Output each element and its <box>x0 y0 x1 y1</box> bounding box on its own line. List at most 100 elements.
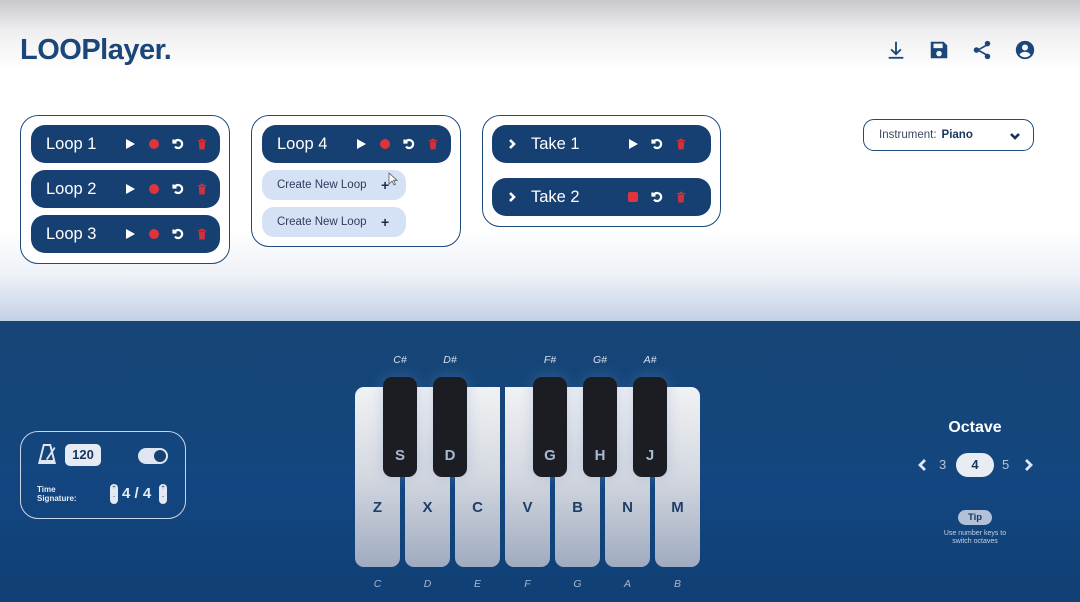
create-loop-label: Create New Loop <box>277 179 367 191</box>
tip-line-2: switch octaves <box>952 538 998 545</box>
key-binding-label: J <box>645 447 655 464</box>
trash-icon[interactable] <box>190 179 214 199</box>
chevron-down-icon <box>1009 129 1021 141</box>
key-binding-label: C <box>472 499 483 516</box>
beats-stepper[interactable]: + - <box>110 484 118 504</box>
sharp-note-label: F# <box>543 354 557 366</box>
save-icon[interactable] <box>927 38 951 62</box>
sharp-note-label: G# <box>592 354 607 366</box>
stop-icon[interactable] <box>621 187 645 207</box>
octave-selector: 3 4 5 <box>914 453 1036 477</box>
chevron-left-icon[interactable] <box>916 458 930 472</box>
key-binding-label: H <box>594 447 606 464</box>
play-icon[interactable] <box>118 179 142 199</box>
create-new-loop-button[interactable]: Create New Loop + <box>262 207 406 237</box>
toggle-knob <box>154 450 166 462</box>
note-label: B <box>673 578 681 590</box>
play-icon[interactable] <box>118 224 142 244</box>
piano-keyboard: Z X C V B N M S D G H J <box>355 377 701 567</box>
share-icon[interactable] <box>970 38 994 62</box>
key-binding-label: Z <box>372 499 383 516</box>
ts-label-line2: Signature: <box>37 493 77 503</box>
trash-icon[interactable] <box>190 224 214 244</box>
step-up[interactable]: + <box>112 485 116 491</box>
trash-icon[interactable] <box>669 187 693 207</box>
take-item[interactable]: Take 2 <box>492 178 711 216</box>
loop-label: Loop 3 <box>46 224 97 243</box>
octave-title: Octave <box>948 419 1002 436</box>
play-icon[interactable] <box>621 134 645 154</box>
loop-item[interactable]: Loop 3 <box>31 215 220 253</box>
loop-item[interactable]: Loop 4 <box>262 125 451 163</box>
black-key[interactable]: S <box>383 377 417 477</box>
key-binding-label: D <box>444 447 456 464</box>
record-icon[interactable] <box>142 134 166 154</box>
note-label: G <box>573 578 582 590</box>
step-down[interactable]: - <box>162 494 164 500</box>
key-binding-label: X <box>422 499 433 516</box>
header-toolbar <box>884 38 1037 62</box>
play-icon[interactable] <box>118 134 142 154</box>
key-binding-label: G <box>544 447 556 464</box>
undo-icon[interactable] <box>166 224 190 244</box>
note-label: F <box>524 578 531 590</box>
instrument-select[interactable]: Instrument: Piano <box>863 119 1034 151</box>
create-new-loop-button[interactable]: Create New Loop + <box>262 170 406 200</box>
plus-icon: + <box>381 214 390 230</box>
expand-chevron-icon[interactable] <box>500 134 524 154</box>
octave-current[interactable]: 4 <box>956 453 994 477</box>
black-key[interactable]: J <box>633 377 667 477</box>
record-icon[interactable] <box>142 224 166 244</box>
account-icon[interactable] <box>1013 38 1037 62</box>
loop-item[interactable]: Loop 2 <box>31 170 220 208</box>
expand-chevron-icon[interactable] <box>500 187 524 207</box>
metronome-icon[interactable] <box>37 443 57 465</box>
note-label: C <box>373 578 382 590</box>
tip-line-1: Use number keys to <box>943 530 1007 537</box>
chevron-right-icon[interactable] <box>1021 458 1035 472</box>
bpm-input[interactable]: 120 <box>65 444 101 466</box>
take-label: Take 2 <box>531 187 580 206</box>
sharp-note-label: D# <box>443 354 457 366</box>
note-label: D <box>423 578 432 590</box>
loop-item[interactable]: Loop 1 <box>31 125 220 163</box>
app-logo: LOOPlayer. <box>20 34 172 66</box>
note-label: A <box>623 578 631 590</box>
octave-option-prev[interactable]: 3 <box>939 457 946 472</box>
loop-label: Loop 4 <box>277 134 328 153</box>
sharp-note-label: A# <box>643 354 657 366</box>
key-binding-label: B <box>572 499 583 516</box>
time-signature-value: 4 / 4 <box>122 485 152 502</box>
trash-icon[interactable] <box>421 134 445 154</box>
octave-option-next[interactable]: 5 <box>1002 457 1009 472</box>
take-item[interactable]: Take 1 <box>492 125 711 163</box>
instrument-value: Piano <box>941 129 973 141</box>
loop-label: Loop 1 <box>46 134 97 153</box>
step-down[interactable]: - <box>113 494 115 500</box>
black-key[interactable]: G <box>533 377 567 477</box>
tip-badge: Tip <box>958 510 992 525</box>
play-icon[interactable] <box>349 134 373 154</box>
metronome-panel: 120 Time Signature: + - 4 / 4 + - <box>20 431 186 519</box>
record-icon[interactable] <box>373 134 397 154</box>
tip-text: Use number keys to switch octaves <box>930 530 1020 546</box>
note-label: E <box>473 578 481 590</box>
record-icon[interactable] <box>142 179 166 199</box>
undo-icon[interactable] <box>645 134 669 154</box>
trash-icon[interactable] <box>190 134 214 154</box>
take-label: Take 1 <box>531 134 580 153</box>
download-icon[interactable] <box>884 38 908 62</box>
black-key[interactable]: H <box>583 377 617 477</box>
undo-icon[interactable] <box>645 187 669 207</box>
undo-icon[interactable] <box>166 134 190 154</box>
black-key[interactable]: D <box>433 377 467 477</box>
metronome-toggle[interactable] <box>138 448 168 464</box>
undo-icon[interactable] <box>397 134 421 154</box>
note-value-stepper[interactable]: + - <box>159 484 167 504</box>
undo-icon[interactable] <box>166 179 190 199</box>
step-up[interactable]: + <box>161 485 165 491</box>
trash-icon[interactable] <box>669 134 693 154</box>
sharp-note-label: C# <box>393 354 407 366</box>
mouse-cursor-icon <box>388 172 399 186</box>
loop-label: Loop 2 <box>46 179 97 198</box>
